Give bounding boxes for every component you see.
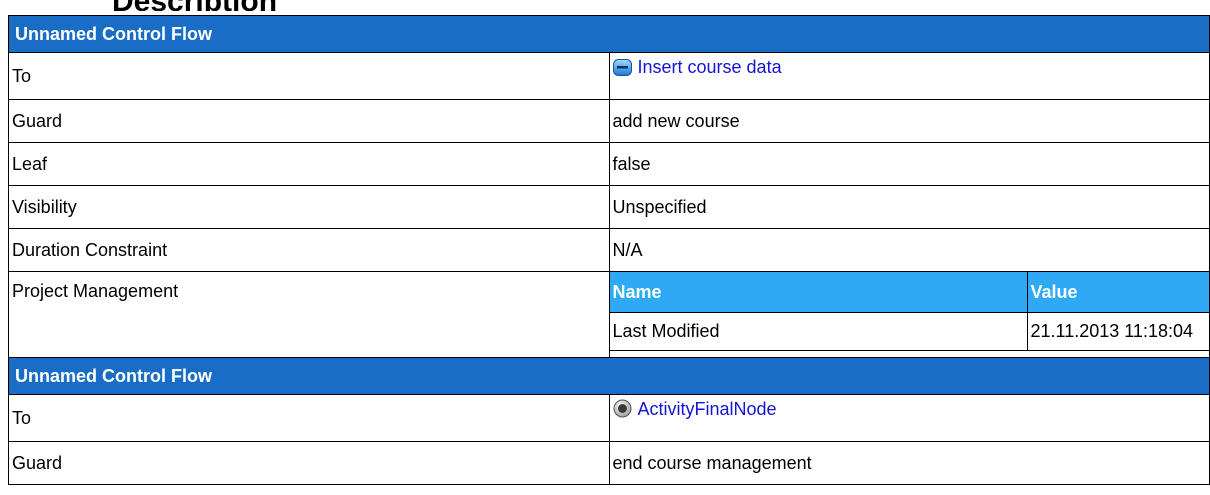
page-title: Description (112, 0, 277, 11)
prop-value: ActivityFinalNode (608, 394, 1210, 442)
inner-row: Last Modified 21.11.2013 11:18:04 (609, 312, 1209, 351)
prop-label: Leaf (8, 142, 610, 186)
prop-label: Guard (8, 441, 610, 485)
project-management-table: Name Value Last Modified 21.11.2013 11:1… (609, 272, 1209, 351)
prop-value: N/A (608, 228, 1210, 272)
inner-cell-value: 21.11.2013 11:18:04 (1026, 312, 1209, 351)
action-icon (612, 59, 632, 81)
prop-label: Duration Constraint (8, 228, 610, 272)
section-header: Unnamed Control Flow (8, 357, 1210, 395)
target-link[interactable]: Insert course data (638, 57, 782, 77)
table-row: Project Management Name Value Last Modif… (8, 271, 1210, 358)
target-link[interactable]: ActivityFinalNode (638, 399, 777, 419)
table-row: To ActivityFinalNode (8, 394, 1210, 442)
prop-label: Project Management (8, 271, 610, 358)
prop-value: Insert course data (608, 52, 1210, 100)
inner-header-row: Name Value (609, 272, 1209, 313)
table-row: Guard end course management (8, 441, 1210, 485)
project-management-cell: Name Value Last Modified 21.11.2013 11:1… (608, 271, 1210, 358)
table-row: Visibility Unspecified (8, 185, 1210, 229)
prop-value: Unspecified (608, 185, 1210, 229)
prop-value: end course management (608, 441, 1210, 485)
prop-label: Visibility (8, 185, 610, 229)
table-row: Leaf false (8, 142, 1210, 186)
prop-value: add new course (608, 99, 1210, 143)
column-header-name: Name (609, 272, 1028, 313)
column-header-value: Value (1026, 272, 1209, 313)
table-row: To Insert course data (8, 52, 1210, 100)
section-title: Unnamed Control Flow (8, 15, 1210, 53)
table-row: Guard add new course (8, 99, 1210, 143)
final-node-icon (613, 399, 632, 423)
page-heading-cropped: Description (0, 0, 1210, 11)
prop-value: false (608, 142, 1210, 186)
table-row: Duration Constraint N/A (8, 228, 1210, 272)
prop-label: Guard (8, 99, 610, 143)
inner-cell-name: Last Modified (609, 312, 1028, 351)
prop-label: To (8, 52, 610, 100)
control-flow-table: Unnamed Control Flow To Insert course da… (8, 15, 1210, 485)
prop-label: To (8, 394, 610, 442)
section-header: Unnamed Control Flow (8, 15, 1210, 53)
section-title: Unnamed Control Flow (8, 357, 1210, 395)
